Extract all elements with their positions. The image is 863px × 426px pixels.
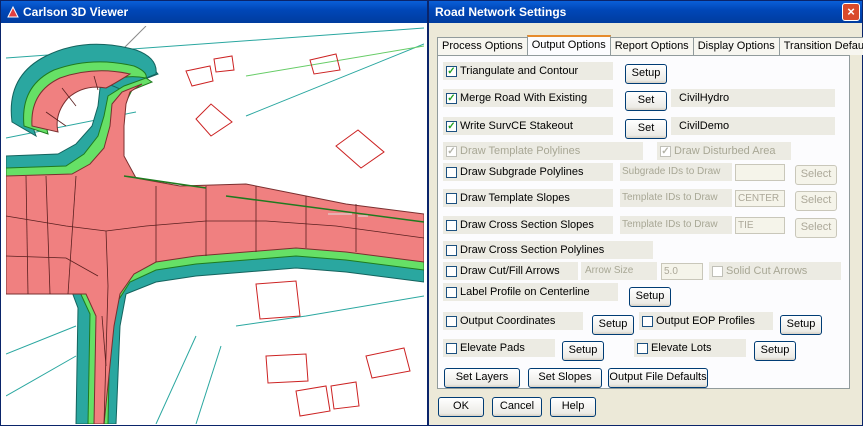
elevate-pads-checkbox[interactable] [446,342,457,354]
output-options-panel: ✓ Triangulate and Contour Setup ✓ Merge … [437,55,850,389]
label-profile-setup-button[interactable]: Setup [629,287,671,307]
elevate-lots-checkbox[interactable] [637,342,648,354]
triangulate-row[interactable]: ✓ Triangulate and Contour [443,62,613,80]
solid-cut-arrows-label: Solid Cut Arrows [726,265,808,277]
template-ids-label: Template IDs to Draw [620,189,732,207]
output-eop-label: Output EOP Profiles [656,315,755,327]
viewer-titlebar: Carlson 3D Viewer [1,1,427,23]
label-profile-label: Label Profile on Centerline [460,286,590,298]
3d-view-canvas[interactable] [6,26,424,424]
output-coordinates-row[interactable]: Output Coordinates [443,312,583,330]
solid-cut-arrows-checkbox[interactable] [712,265,723,277]
tab-display-options[interactable]: Display Options [692,37,780,55]
draw-disturbed-area-row[interactable]: ✓ Draw Disturbed Area [657,142,791,160]
merge-row[interactable]: ✓ Merge Road With Existing [443,89,613,107]
draw-disturbed-area-checkbox[interactable]: ✓ [660,145,671,157]
output-coordinates-label: Output Coordinates [460,315,556,327]
subgrade-select-button[interactable]: Select [795,165,837,185]
dialog-titlebar: Road Network Settings × [429,1,862,23]
cutfill-checkbox[interactable] [446,265,457,277]
triangulate-label: Triangulate and Contour [460,65,579,77]
help-button[interactable]: Help [550,397,596,417]
dialog-title: Road Network Settings [435,5,567,19]
merge-checkbox[interactable]: ✓ [446,92,457,104]
merge-label: Merge Road With Existing [460,92,588,104]
cross-ids-label: Template IDs to Draw [620,216,732,234]
template-slopes-row[interactable]: Draw Template Slopes [443,189,613,207]
set-layers-button[interactable]: Set Layers [444,368,520,388]
output-file-defaults-button[interactable]: Output File Defaults [608,368,708,388]
label-profile-checkbox[interactable] [446,286,457,298]
elevate-pads-setup-button[interactable]: Setup [562,341,604,361]
template-select-button[interactable]: Select [795,191,837,211]
merge-value: CivilHydro [679,92,730,104]
cross-slopes-checkbox[interactable] [446,219,457,231]
cross-slopes-row[interactable]: Draw Cross Section Slopes [443,216,613,234]
draw-disturbed-area-label: Draw Disturbed Area [674,145,776,157]
tab-process-options[interactable]: Process Options [437,37,528,55]
draw-template-polylines-checkbox[interactable]: ✓ [446,145,457,157]
cross-select-button[interactable]: Select [795,218,837,238]
viewer-window: Carlson 3D Viewer [0,0,428,426]
template-ids-field[interactable]: CENTER [735,190,785,207]
triangulate-checkbox[interactable]: ✓ [446,65,457,77]
output-eop-row[interactable]: Output EOP Profiles [639,312,773,330]
tab-output-options[interactable]: Output Options [526,35,611,55]
subgrade-checkbox[interactable] [446,166,457,178]
road-network-settings-dialog: Road Network Settings × Process Options … [428,0,863,426]
elevate-lots-label: Elevate Lots [651,342,712,354]
arrow-size-label: Arrow Size [581,262,657,280]
output-eop-checkbox[interactable] [642,315,653,327]
write-set-button[interactable]: Set [625,119,667,139]
carlson-app-icon [7,6,19,18]
elevate-lots-row[interactable]: Elevate Lots [634,339,746,357]
merge-set-button[interactable]: Set [625,91,667,111]
cross-polylines-label: Draw Cross Section Polylines [460,244,605,256]
set-slopes-button[interactable]: Set Slopes [528,368,602,388]
label-profile-row[interactable]: Label Profile on Centerline [443,283,618,301]
arrow-size-field[interactable]: 5.0 [661,263,703,280]
output-eop-setup-button[interactable]: Setup [780,315,822,335]
solid-cut-arrows-row[interactable]: Solid Cut Arrows [709,262,841,280]
draw-template-polylines-row[interactable]: ✓ Draw Template Polylines [443,142,643,160]
subgrade-label: Draw Subgrade Polylines [460,166,584,178]
template-slopes-checkbox[interactable] [446,192,457,204]
output-coordinates-setup-button[interactable]: Setup [592,315,634,335]
write-stakeout-checkbox[interactable]: ✓ [446,120,457,132]
draw-template-polylines-label: Draw Template Polylines [460,145,581,157]
tab-strip: Process Options Output Options Report Op… [437,35,863,55]
tab-transition-defaults[interactable]: Transition Defaults [778,37,863,55]
cutfill-label: Draw Cut/Fill Arrows [460,265,560,277]
cross-polylines-row[interactable]: Draw Cross Section Polylines [443,241,653,259]
write-value: CivilDemo [679,120,730,132]
cross-polylines-checkbox[interactable] [446,244,457,256]
cross-slopes-label: Draw Cross Section Slopes [460,219,594,231]
road-drawing [6,26,424,424]
output-coordinates-checkbox[interactable] [446,315,457,327]
elevate-pads-label: Elevate Pads [460,342,525,354]
cancel-button[interactable]: Cancel [492,397,542,417]
subgrade-row[interactable]: Draw Subgrade Polylines [443,163,613,181]
tab-report-options[interactable]: Report Options [609,37,694,55]
viewer-title: Carlson 3D Viewer [23,5,129,19]
subgrade-ids-label: Subgrade IDs to Draw [620,163,732,181]
ok-button[interactable]: OK [438,397,484,417]
template-slopes-label: Draw Template Slopes [460,192,570,204]
triangulate-setup-button[interactable]: Setup [625,64,667,84]
elevate-pads-row[interactable]: Elevate Pads [443,339,555,357]
subgrade-ids-field[interactable] [735,164,785,181]
elevate-lots-setup-button[interactable]: Setup [754,341,796,361]
cross-ids-field[interactable]: TIE [735,217,785,234]
close-button[interactable]: × [842,3,860,21]
write-stakeout-label: Write SurvCE Stakeout [460,120,573,132]
cutfill-row[interactable]: Draw Cut/Fill Arrows [443,262,578,280]
write-stakeout-row[interactable]: ✓ Write SurvCE Stakeout [443,117,613,135]
